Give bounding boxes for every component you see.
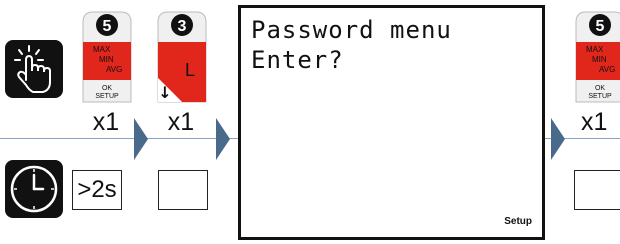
key-letter: L [185,60,195,80]
lcd-display: Password menu Enter? Setup [238,5,545,240]
display-line-1: Password menu [251,16,452,44]
press-count: x1 [581,108,608,136]
key-sub-setup: SETUP [95,93,119,100]
key-number: 5 [103,18,112,35]
key-sub-ok: OK [102,85,112,92]
display-line-2: Enter? [251,46,344,74]
key-line-avg: AVG [106,65,122,74]
clock-icon [5,160,63,218]
key-sub-setup: SETUP [588,93,612,100]
key-line-min: MIN [592,55,607,64]
key-3-l[interactable]: 3 L ↓ [154,8,210,104]
hold-duration-box [574,170,620,210]
key-line-max: MAX [586,45,604,54]
key-5-max-min-avg[interactable]: 5 MAX MIN AVG OK SETUP [572,8,620,104]
press-count: x1 [167,108,195,136]
key-number: 3 [178,18,187,35]
step-separator-left [0,138,238,139]
press-count: x1 [92,108,120,136]
down-arrow-icon: ↓ [158,83,171,102]
chevron-right-icon [551,118,565,160]
hold-duration-box: >2s [72,170,122,210]
key-number: 5 [596,18,605,35]
key-5-max-min-avg[interactable]: 5 MAX MIN AVG OK SETUP [79,8,135,104]
hold-duration-box [158,170,208,210]
chevron-right-icon [134,118,148,160]
tap-finger-icon [5,40,63,98]
key-line-min: MIN [99,55,114,64]
key-sub-ok: OK [595,85,605,92]
chevron-right-icon [216,118,230,160]
key-line-avg: AVG [599,65,615,74]
key-line-max: MAX [93,45,111,54]
display-setup-label: Setup [504,216,532,227]
